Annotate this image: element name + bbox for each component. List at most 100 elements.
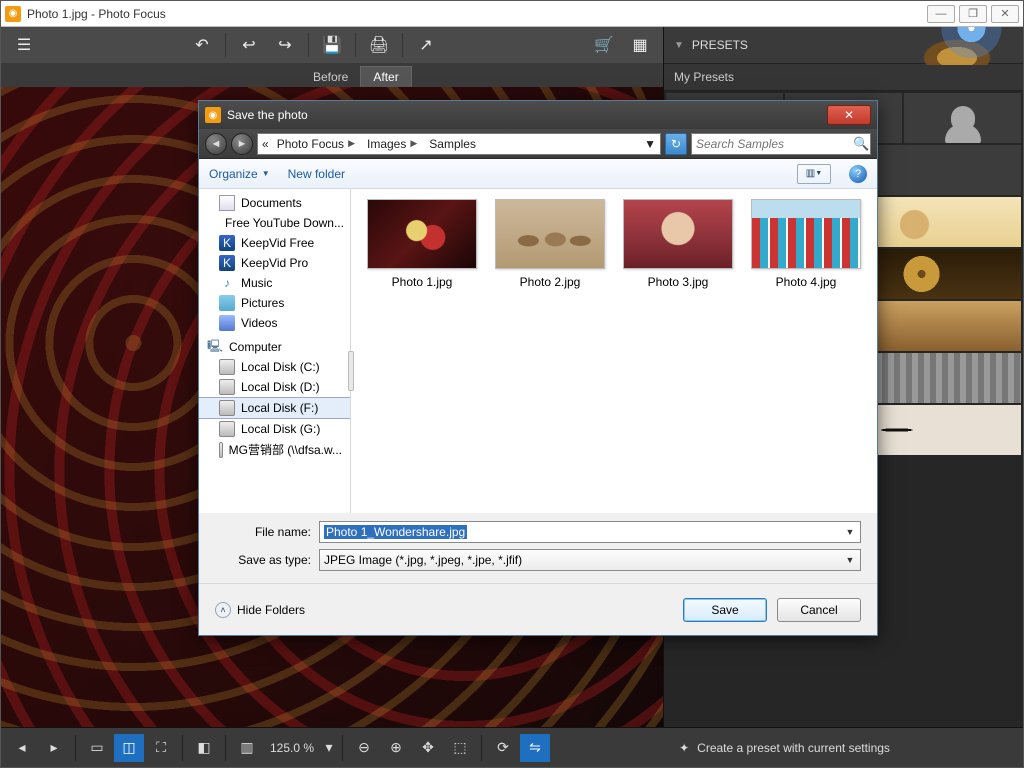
- file-name: Photo 3.jpg: [648, 275, 709, 289]
- breadcrumb-dropdown[interactable]: ▼: [644, 137, 656, 151]
- network-disk-icon: [219, 442, 223, 458]
- zoom-level-label[interactable]: 125.0 %: [264, 741, 320, 755]
- tab-after[interactable]: After: [360, 66, 411, 87]
- tree-section-computer[interactable]: 🖳Computer: [199, 333, 350, 357]
- breadcrumb-seg[interactable]: Images▶: [363, 137, 421, 151]
- tree-node-disk-c[interactable]: Local Disk (C:): [199, 357, 350, 377]
- create-preset-label: Create a preset with current settings: [697, 741, 890, 755]
- magic-wand-icon: ✦: [679, 741, 689, 755]
- undo-all-button[interactable]: ↶: [185, 30, 219, 60]
- tree-node-music[interactable]: ♪Music: [199, 273, 350, 293]
- preset-slot-person[interactable]: [904, 93, 1021, 143]
- help-button[interactable]: ?: [849, 165, 867, 183]
- save-as-type-dropdown[interactable]: ▼: [842, 552, 858, 568]
- dialog-nav-bar: ◄ ► « Photo Focus▶ Images▶ Samples ▼ ↻ 🔍: [199, 129, 877, 159]
- flip-button[interactable]: ⇋: [520, 734, 550, 762]
- minimize-button[interactable]: —: [927, 5, 955, 23]
- dialog-title-bar[interactable]: ◉ Save the photo ✕: [199, 101, 877, 129]
- dialog-logo: ◉: [205, 107, 221, 123]
- breadcrumb-bar[interactable]: « Photo Focus▶ Images▶ Samples ▼: [257, 133, 661, 155]
- file-item[interactable]: Photo 2.jpg: [495, 199, 605, 289]
- cart-button[interactable]: 🛒: [587, 30, 621, 60]
- file-item[interactable]: Photo 1.jpg: [367, 199, 477, 289]
- file-name: Photo 2.jpg: [520, 275, 581, 289]
- app-title-bar: ◉ Photo 1.jpg - Photo Focus — ❐ ✕: [1, 1, 1023, 27]
- file-name: Photo 1.jpg: [392, 275, 453, 289]
- view-layout-button[interactable]: ▥: [232, 734, 262, 762]
- dialog-close-button[interactable]: ✕: [827, 105, 871, 125]
- pan-button[interactable]: ✥: [413, 734, 443, 762]
- nav-forward-button[interactable]: ►: [231, 133, 253, 155]
- breadcrumb-root-icon[interactable]: «: [262, 137, 269, 151]
- breadcrumb-seg[interactable]: Photo Focus▶: [273, 137, 359, 151]
- view-fit-button[interactable]: ⛶: [146, 734, 176, 762]
- maximize-button[interactable]: ❐: [959, 5, 987, 23]
- tree-node-network[interactable]: MG营销部 (\\dfsa.w...: [199, 439, 350, 460]
- search-icon[interactable]: 🔍: [853, 136, 869, 152]
- file-item[interactable]: Photo 4.jpg: [751, 199, 861, 289]
- search-input[interactable]: [696, 137, 853, 151]
- presets-header[interactable]: ▼ PRESETS: [664, 27, 1023, 63]
- zoom-dropdown[interactable]: ▾: [322, 734, 336, 762]
- folder-tree[interactable]: Documents Free YouTube Down... KKeepVid …: [199, 189, 351, 513]
- file-item[interactable]: Photo 3.jpg: [623, 199, 733, 289]
- zoom-in-button[interactable]: ⊕: [381, 734, 411, 762]
- save-as-type-select[interactable]: JPEG Image (*.jpg, *.jpeg, *.jpe, *.jfif…: [319, 549, 861, 571]
- organize-menu[interactable]: Organize▼: [209, 167, 270, 181]
- view-mode-button[interactable]: ▥ ▼: [797, 164, 831, 184]
- undo-button[interactable]: ↩: [232, 30, 266, 60]
- create-preset-button[interactable]: ✦ Create a preset with current settings: [552, 741, 1017, 755]
- tree-node-keepvid-free[interactable]: KKeepVid Free: [199, 233, 350, 253]
- region-button[interactable]: ⬚: [445, 734, 475, 762]
- splitter-handle[interactable]: [348, 351, 354, 391]
- app-icon: K: [219, 235, 235, 251]
- save-confirm-button[interactable]: Save: [683, 598, 767, 622]
- file-name-input[interactable]: Photo 1_Wondershare.jpg ▼: [319, 521, 861, 543]
- tree-node-keepvid-pro[interactable]: KKeepVid Pro: [199, 253, 350, 273]
- save-as-type-value: JPEG Image (*.jpg, *.jpeg, *.jpe, *.jfif…: [324, 553, 522, 567]
- view-compare-button[interactable]: ◧: [189, 734, 219, 762]
- computer-icon: 🖳: [207, 339, 223, 355]
- grid-button[interactable]: ▦: [623, 30, 657, 60]
- disk-icon: [219, 421, 235, 437]
- my-presets-header[interactable]: My Presets: [664, 63, 1023, 91]
- tree-node-fytd[interactable]: Free YouTube Down...: [199, 213, 350, 233]
- breadcrumb-seg[interactable]: Samples: [425, 137, 480, 151]
- menu-button[interactable]: ☰: [7, 30, 41, 60]
- redo-button[interactable]: ↪: [268, 30, 302, 60]
- next-image-button[interactable]: ▸: [39, 734, 69, 762]
- hide-folders-button[interactable]: ˄ Hide Folders: [215, 602, 305, 618]
- genie-lamp-icon: [897, 27, 1017, 65]
- close-button[interactable]: ✕: [991, 5, 1019, 23]
- rotate-button[interactable]: ⟳: [488, 734, 518, 762]
- prev-image-button[interactable]: ◂: [7, 734, 37, 762]
- cancel-button[interactable]: Cancel: [777, 598, 861, 622]
- tree-node-disk-g[interactable]: Local Disk (G:): [199, 419, 350, 439]
- file-name-dropdown[interactable]: ▼: [842, 524, 858, 540]
- music-icon: ♪: [219, 275, 235, 291]
- tab-before[interactable]: Before: [301, 67, 360, 87]
- tree-node-disk-f[interactable]: Local Disk (F:): [199, 397, 350, 419]
- tree-node-documents[interactable]: Documents: [199, 193, 350, 213]
- app-icon: K: [219, 255, 235, 271]
- disk-icon: [219, 379, 235, 395]
- dialog-button-bar: ˄ Hide Folders Save Cancel: [199, 583, 877, 635]
- disk-icon: [219, 359, 235, 375]
- search-box[interactable]: 🔍: [691, 133, 871, 155]
- tree-node-pictures[interactable]: Pictures: [199, 293, 350, 313]
- zoom-out-button[interactable]: ⊖: [349, 734, 379, 762]
- print-button[interactable]: 🖨: [362, 30, 396, 60]
- tree-node-videos[interactable]: Videos: [199, 313, 350, 333]
- dialog-toolbar: Organize▼ New folder ▥ ▼ ?: [199, 159, 877, 189]
- share-button[interactable]: ↗: [409, 30, 443, 60]
- save-button[interactable]: 💾: [315, 30, 349, 60]
- view-single-button[interactable]: ▭: [82, 734, 112, 762]
- new-folder-button[interactable]: New folder: [288, 167, 345, 181]
- refresh-button[interactable]: ↻: [665, 133, 687, 155]
- presets-header-label: PRESETS: [692, 38, 748, 52]
- file-list[interactable]: Photo 1.jpg Photo 2.jpg Photo 3.jpg Phot…: [351, 189, 877, 513]
- tree-node-disk-d[interactable]: Local Disk (D:): [199, 377, 350, 397]
- view-split-button[interactable]: ◫: [114, 734, 144, 762]
- person-icon: [951, 106, 975, 130]
- nav-back-button[interactable]: ◄: [205, 133, 227, 155]
